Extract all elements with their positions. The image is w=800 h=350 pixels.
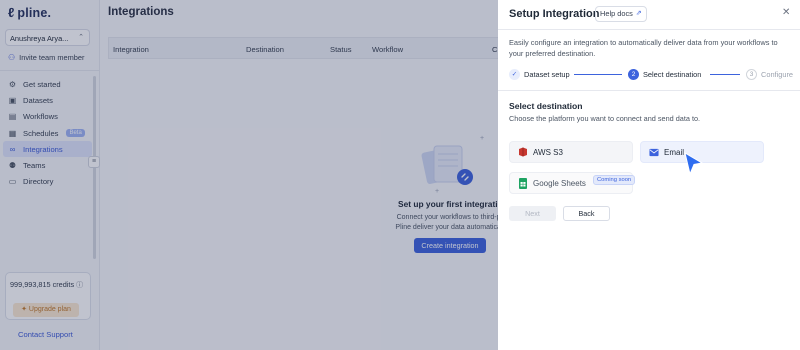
step-1-check-icon: ✓: [509, 69, 520, 80]
next-button[interactable]: Next: [509, 206, 556, 221]
step-3-label: Configure: [761, 70, 794, 79]
coming-soon-badge: Coming soon: [593, 175, 636, 185]
drawer-divider: [498, 90, 800, 91]
google-sheets-icon: [518, 177, 528, 189]
close-icon[interactable]: ✕: [782, 7, 790, 18]
drawer-intro: Easily configure an integration to autom…: [509, 38, 778, 58]
destination-aws-s3[interactable]: AWS S3: [509, 141, 633, 163]
section-description: Choose the platform you want to connect …: [509, 114, 701, 123]
aws-s3-icon: [518, 147, 528, 157]
step-1-label: Dataset setup: [524, 70, 570, 79]
step-connector: [710, 74, 740, 75]
pointer-cursor-icon: [684, 152, 704, 176]
drawer-title: Setup Integration: [509, 8, 600, 20]
mail-icon: [649, 147, 659, 157]
step-2-indicator: 2: [628, 69, 639, 80]
external-link-icon: ⇗: [635, 10, 642, 17]
help-docs-label: Help docs: [600, 9, 633, 18]
destination-label: AWS S3: [533, 147, 563, 157]
setup-integration-drawer: Setup Integration Help docs ⇗ ✕ Easily c…: [498, 0, 800, 350]
stepper: ✓ Dataset setup 2 Select destination 3 C…: [509, 69, 794, 81]
modal-backdrop[interactable]: [0, 0, 498, 350]
help-docs-button[interactable]: Help docs ⇗: [595, 6, 647, 22]
drawer-divider: [498, 29, 800, 30]
section-title: Select destination: [509, 101, 583, 111]
back-button[interactable]: Back: [563, 206, 610, 221]
destination-label: Email: [664, 147, 685, 157]
step-3-indicator: 3: [746, 69, 757, 80]
step-connector: [574, 74, 622, 75]
destination-label: Google Sheets: [533, 178, 586, 188]
step-2-label: Select destination: [643, 70, 702, 79]
